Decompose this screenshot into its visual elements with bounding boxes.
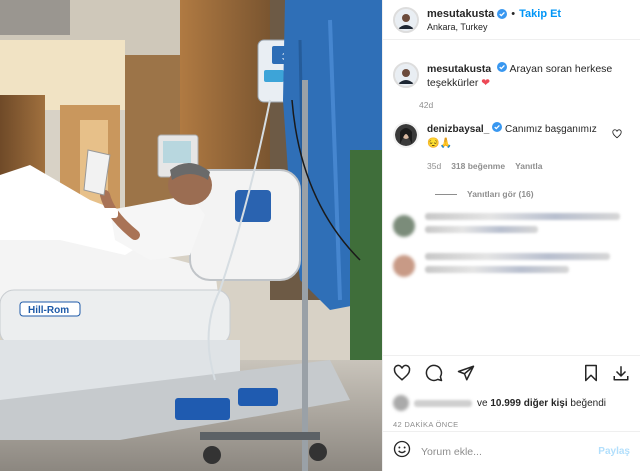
likes-summary[interactable]: ve 10.999 diğer kişi beğendi [393,393,634,413]
caption-avatar[interactable] [393,62,419,88]
save-bookmark-icon[interactable] [580,362,602,384]
profile-photo-icon [395,124,417,146]
blurred-text [425,253,610,260]
blurred-text [425,213,620,220]
verified-badge-icon [497,62,508,72]
blurred-avatar [393,255,415,277]
location-link[interactable]: Ankara, Turkey [427,22,561,32]
profile-photo-icon [395,8,417,31]
post-comment-button[interactable]: Paylaş [598,446,630,457]
reply-button[interactable]: Yanıtla [515,159,542,173]
author-username[interactable]: mesutakusta [427,8,494,20]
view-replies-button[interactable]: Yanıtları gör (16) [435,189,630,199]
view-replies-label: Yanıtları gör (16) [467,189,534,199]
blurred-avatar [393,215,415,237]
pensive-face-icon: 😔 [427,138,440,149]
author-avatar[interactable] [393,6,419,33]
follow-button[interactable]: Takip Et [519,8,561,20]
profile-photo-icon [395,64,417,86]
likes-count[interactable]: 10.999 [490,398,521,409]
caption-age: 42d [419,100,434,110]
bed-brand-logo: Hill-Rom [28,305,69,316]
post-time-ago: 42 DAKİKA ÖNCE [393,420,459,429]
liker-name-blurred [414,399,472,407]
verified-badge-icon [497,8,508,19]
post-actions-bar [383,355,640,389]
comment-item: denizbaysal_ Canımız başganımız 😔🙏 35d 3… [393,122,630,173]
comment-age: 35d [427,161,442,171]
download-icon[interactable] [610,362,632,384]
post-caption: mesutakusta Arayan soran herkese teşekkü… [393,50,630,110]
blurred-comment [393,213,630,239]
liker-avatar [393,395,409,411]
caption-username[interactable]: mesutakusta [427,63,491,75]
replies-divider [435,193,457,195]
post-photo[interactable]: 38 Hill-Rom [0,0,382,471]
post-header: mesutakusta • Takip Et Ankara, Turkey [383,0,640,40]
hospital-room-image: 38 Hill-Rom [0,0,382,471]
likes-suffix[interactable]: diğer kişi [524,398,568,409]
emoji-smiley-icon[interactable] [393,440,411,463]
folded-hands-icon: 🙏 [439,138,452,149]
comment-likes[interactable]: 318 beğenme [451,159,505,173]
red-heart-icon: ❤ [481,77,491,89]
likes-verb: beğendi [570,397,606,409]
comment-like-heart-icon[interactable] [612,126,622,144]
blurred-text [425,226,538,233]
comment-text: Canımız başganımız [505,124,597,135]
comment-bubble-icon[interactable] [423,362,445,384]
commenter-username[interactable]: denizbaysal_ [427,124,489,135]
likes-prefix: ve [477,397,488,409]
comments-list[interactable]: mesutakusta Arayan soran herkese teşekkü… [383,50,640,354]
comment-input[interactable] [421,445,599,458]
verified-badge-icon [492,122,503,132]
post-side-panel: mesutakusta • Takip Et Ankara, Turkey me… [382,0,640,471]
share-paper-plane-icon[interactable] [455,362,477,384]
blurred-text [425,266,569,273]
blurred-comment [393,253,630,279]
like-heart-icon[interactable] [391,362,413,384]
commenter-avatar[interactable] [393,122,419,148]
add-comment-bar: Paylaş [383,431,640,471]
separator-dot: • [511,7,516,20]
